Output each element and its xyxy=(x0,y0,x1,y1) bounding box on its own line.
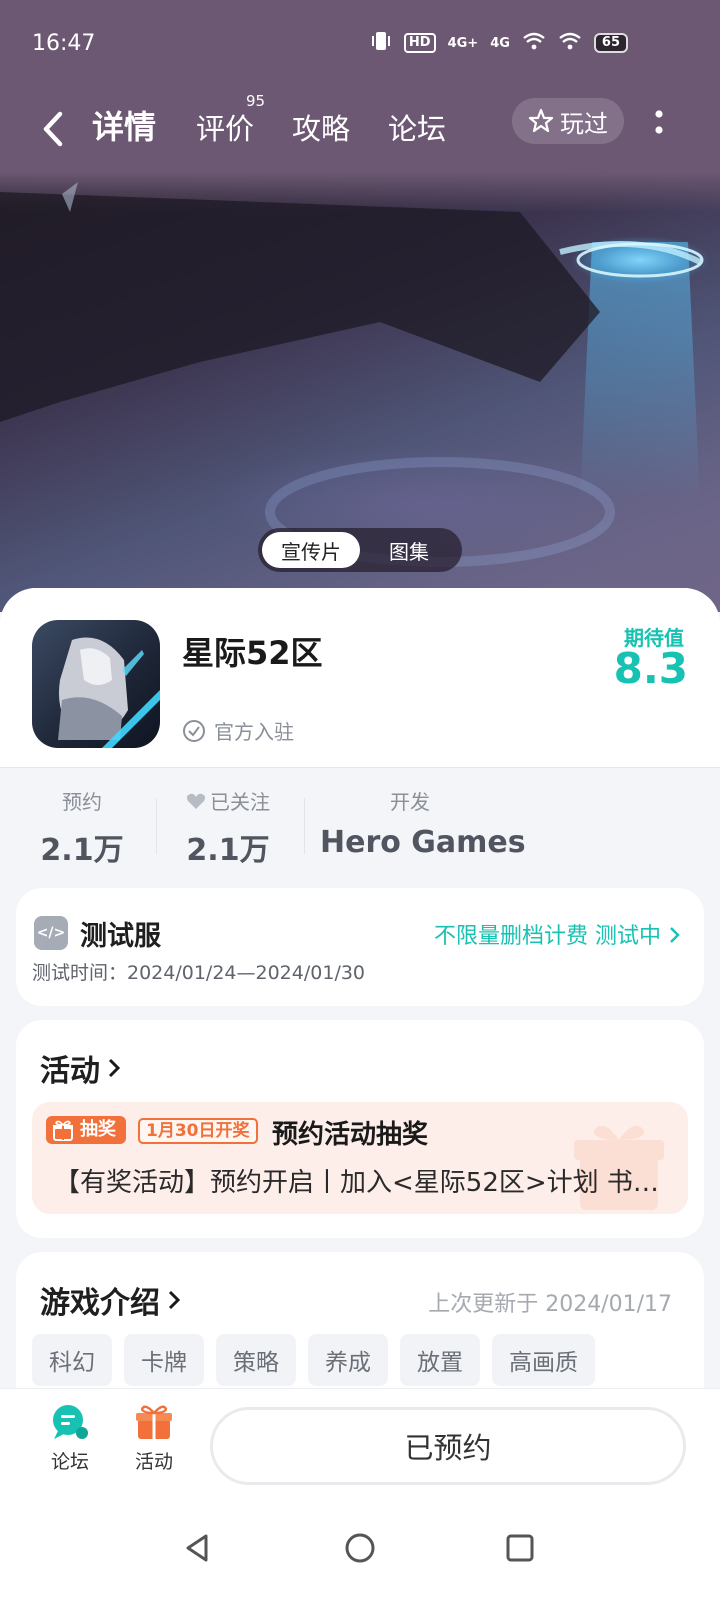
tag-item[interactable]: 放置 xyxy=(400,1334,480,1386)
activity-desc: 【有奖活动】预约开启丨加入<星际52区>计划 书写未来 xyxy=(54,1168,666,1198)
played-button[interactable]: 玩过 xyxy=(512,98,624,144)
stat-followers[interactable]: 已关注 2.1万 xyxy=(186,786,270,869)
hd-icon: HD xyxy=(403,33,436,53)
official-label: 官方入驻 xyxy=(214,720,294,744)
app-header: 星际52区 官方入驻 期待值 8.3 xyxy=(0,588,720,768)
tag-item[interactable]: 养成 xyxy=(308,1334,388,1386)
system-nav-bar xyxy=(0,1500,720,1605)
status-icons: HD 4G+ 4G 65 xyxy=(370,31,628,55)
tag-item[interactable]: 科幻 xyxy=(32,1334,112,1386)
code-icon: </> xyxy=(34,916,68,950)
divider xyxy=(156,798,157,854)
gift-icon xyxy=(136,1405,172,1439)
intro-card: 游戏介绍 上次更新于 2024/01/17 科幻 卡牌 策略 养成 放置 高画质 xyxy=(16,1252,704,1388)
intro-section-title[interactable]: 游戏介绍 xyxy=(40,1278,182,1322)
stat-reservations: 预约 2.1万 xyxy=(40,786,124,869)
test-time: 测试时间：2024/01/24—2024/01/30 xyxy=(32,962,366,984)
test-server-status[interactable]: 不限量删档计费 测试中 xyxy=(434,918,682,950)
bottom-action-bar: 论坛 活动 已预约 xyxy=(0,1388,720,1500)
stat-label: 预约 xyxy=(62,790,102,814)
stat-label: 已关注 xyxy=(186,786,270,815)
tab-reviews[interactable]: 评价 xyxy=(196,106,254,148)
tab-guides[interactable]: 攻略 xyxy=(292,106,350,148)
chevron-right-icon xyxy=(168,1290,181,1310)
app-icon xyxy=(32,620,160,748)
played-label: 玩过 xyxy=(560,109,608,138)
stat-value: 2.1万 xyxy=(40,833,124,868)
intro-updated: 上次更新于 2024/01/17 xyxy=(428,1292,672,1317)
wifi-icon xyxy=(522,32,546,54)
tag-item[interactable]: 高画质 xyxy=(492,1334,595,1386)
activity-title: 预约活动抽奖 xyxy=(272,1120,429,1150)
media-toggle[interactable]: 宣传片 图集 xyxy=(258,528,462,572)
status-bar: 16:47 HD 4G+ 4G 65 xyxy=(0,0,720,86)
lottery-tag: 抽奖 xyxy=(46,1116,126,1144)
more-options-icon[interactable] xyxy=(652,104,666,144)
activity-button[interactable]: 活动 xyxy=(124,1403,184,1474)
stat-developer[interactable]: 开发 Hero Games xyxy=(320,786,526,860)
test-server-title: 测试服 xyxy=(80,921,161,952)
tab-details[interactable]: 详情 xyxy=(92,102,156,148)
forum-button[interactable]: 论坛 xyxy=(40,1403,100,1474)
divider xyxy=(304,798,305,854)
chevron-right-icon xyxy=(670,927,680,943)
stats-row: 预约 2.1万 已关注 2.1万 开发 Hero Games xyxy=(0,768,720,878)
activity-item[interactable]: 抽奖 1月30日开奖 预约活动抽奖 【有奖活动】预约开启丨加入<星际52区>计划… xyxy=(32,1102,688,1214)
vibrate-icon xyxy=(370,31,392,55)
stat-value: 2.1万 xyxy=(186,833,270,868)
system-home-icon[interactable] xyxy=(344,1532,376,1564)
heart-icon xyxy=(186,793,206,809)
forum-chat-icon xyxy=(53,1405,88,1439)
wifi-icon xyxy=(558,32,582,54)
chevron-right-icon xyxy=(108,1058,121,1078)
battery-indicator: 65 xyxy=(593,33,628,53)
star-icon xyxy=(528,108,554,133)
toggle-gallery[interactable]: 图集 xyxy=(360,532,458,568)
app-name: 星际52区 xyxy=(182,634,323,672)
signal-4g-icon: 4G xyxy=(490,35,510,51)
check-circle-icon xyxy=(183,719,205,742)
content-panel: 星际52区 官方入驻 期待值 8.3 预约 2.1万 已关注 2.1万 开发 H… xyxy=(0,588,720,1388)
gift-icon xyxy=(53,1120,73,1141)
stat-label: 开发 xyxy=(390,790,430,814)
toggle-trailer[interactable]: 宣传片 xyxy=(262,532,360,568)
test-server-card[interactable]: </> 测试服 不限量删档计费 测试中 测试时间：2024/01/24—2024… xyxy=(16,888,704,1006)
stat-value: Hero Games xyxy=(320,825,526,860)
signal-4g-plus-icon: 4G+ xyxy=(447,35,479,51)
hero-video[interactable]: 宣传片 图集 xyxy=(0,172,720,612)
date-tag: 1月30日开奖 xyxy=(138,1118,258,1144)
expect-score: 8.3 xyxy=(613,644,688,693)
system-recents-icon[interactable] xyxy=(504,1532,536,1564)
official-badge: 官方入驻 xyxy=(182,716,294,745)
back-arrow-icon[interactable] xyxy=(38,110,68,148)
tag-item[interactable]: 策略 xyxy=(216,1334,296,1386)
review-count-badge: 95 xyxy=(246,92,266,110)
tab-forum[interactable]: 论坛 xyxy=(388,106,446,148)
tag-list: 科幻 卡牌 策略 养成 放置 高画质 xyxy=(32,1334,595,1386)
reserved-button[interactable]: 已预约 xyxy=(210,1407,686,1485)
tag-item[interactable]: 卡牌 xyxy=(124,1334,204,1386)
status-time: 16:47 xyxy=(32,30,96,56)
system-back-icon[interactable] xyxy=(182,1532,214,1564)
activity-section-title[interactable]: 活动 xyxy=(40,1046,122,1090)
activity-card: 活动 抽奖 1月30日开奖 预约活动抽奖 【有奖活动】预约开启丨加入<星际52区… xyxy=(16,1020,704,1238)
game-character-icon xyxy=(58,637,160,748)
top-nav: 详情 评价 95 攻略 论坛 玩过 xyxy=(0,86,720,172)
